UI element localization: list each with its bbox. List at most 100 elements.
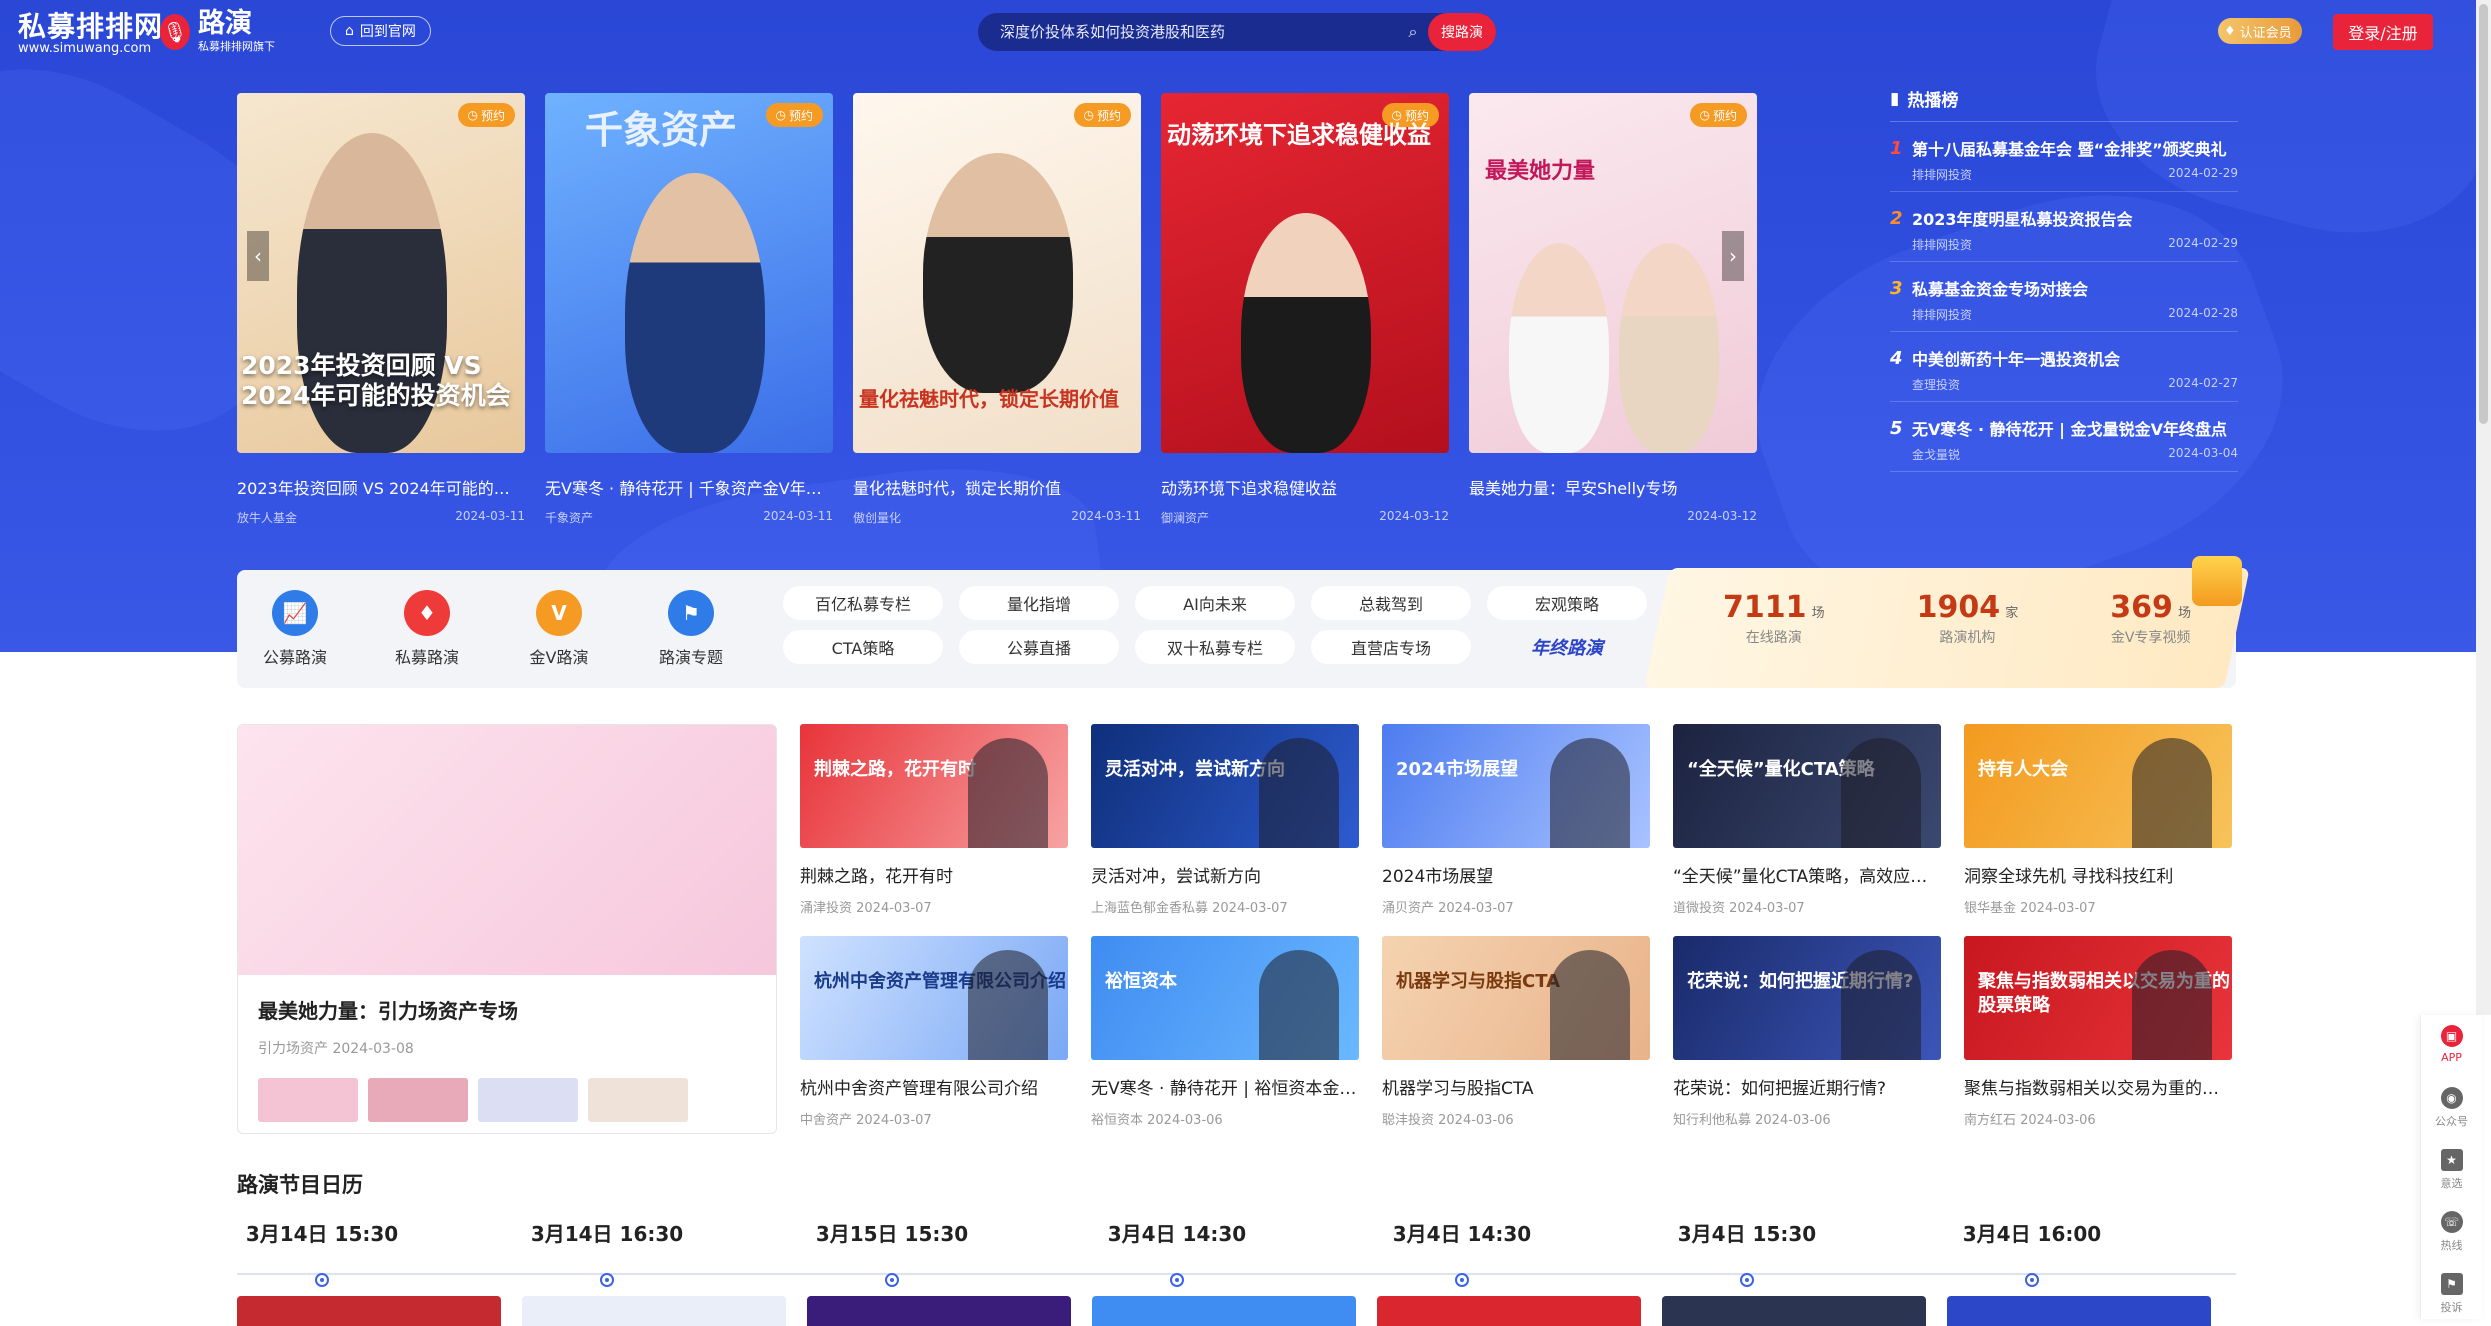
roadshow-item[interactable]: 杭州中舍资产管理有限公司介绍 杭州中舍资产管理有限公司介绍 中舍资产 2024-03… [800, 936, 1068, 1128]
roadshow-item[interactable]: 花荣说：如何把握近期行情? 花荣说：如何把握近期行情? 知行利他私募 2024-03… [1673, 936, 1941, 1128]
roadshow-meta: 涌贝资产 2024-03-07 [1382, 901, 1514, 916]
carousel-card[interactable]: ◷ 预约 量化祛魅时代，锁定长期价值 量化祛魅时代，锁定长期价值 傲创量化 2024… [853, 93, 1141, 526]
carousel-card[interactable]: ◷ 预约 动荡环境下追求稳健收益 动荡环境下追求稳健收益 御澜资产 2024-03-… [1161, 93, 1449, 526]
scrollbar-thumb[interactable] [2479, 4, 2488, 424]
roadshow-title[interactable]: 荆棘之路，花开有时 [800, 862, 1068, 887]
calendar-card[interactable] [237, 1296, 501, 1326]
carousel-card[interactable]: ◷ 预约 2023年投资回顾 VS 2024年可能的投资机会 2023年投资回顾 … [237, 93, 525, 526]
tag-item[interactable]: 双十私募专栏 [1135, 630, 1295, 664]
roadshow-title[interactable]: 2024市场展望 [1382, 862, 1650, 887]
nav-gold-v-roadshow[interactable]: V 金V路演 [523, 590, 595, 668]
card-title[interactable]: 无V寒冬 · 静待花开 | 千象资产金V年终盘点 [545, 475, 833, 499]
calendar-card[interactable] [522, 1296, 786, 1326]
hot-item-title[interactable]: 2023年度明星私募投资报告会 [1912, 206, 2232, 230]
hot-item-title[interactable]: 中美创新药十年一遇投资机会 [1912, 346, 2232, 370]
sidebar-app[interactable]: ▣ APP [2421, 1015, 2482, 1077]
vip-badge[interactable]: ♦ 认证会员 [2218, 18, 2302, 44]
timeline-dot [1455, 1273, 1469, 1287]
thumbnail[interactable] [588, 1078, 688, 1122]
hot-item[interactable]: 3 私募基金资金专场对接会 排排网投资 2024-02-28 [1890, 262, 2238, 332]
tag-year-end-roadshow[interactable]: 年终路演 [1487, 630, 1647, 664]
hot-item-title[interactable]: 私募基金资金专场对接会 [1912, 276, 2232, 300]
tag-item[interactable]: 直营店专场 [1311, 630, 1471, 664]
tag-item[interactable]: 宏观策略 [1487, 586, 1647, 620]
hot-item[interactable]: 4 中美创新药十年一遇投资机会 查理投资 2024-02-27 [1890, 332, 2238, 402]
calendar-card[interactable] [1092, 1296, 1356, 1326]
sidebar-favorites[interactable]: ★ 意选 [2421, 1139, 2482, 1201]
calendar-card[interactable] [1662, 1296, 1926, 1326]
roadshow-logo[interactable]: 🎙 路演 私募排排网旗下 [160, 10, 275, 53]
hot-item[interactable]: 1 第十八届私募基金年会 暨“金排奖”颁奖典礼 排排网投资 2024-02-29 [1890, 122, 2238, 192]
carousel-card[interactable]: ◷ 预约 最美她力量 最美她力量：早安Shelly专场 2024-03-12 [1469, 93, 1757, 523]
search-button[interactable]: 搜路演 [1428, 13, 1496, 51]
reserve-badge[interactable]: ◷ 预约 [1689, 103, 1747, 127]
simuwang-logo[interactable]: 私募排排网 www.simuwang.com [18, 12, 163, 56]
timeline-item[interactable]: 3月4日 16:00 [1912, 1218, 2152, 1287]
timeline-item[interactable]: 3月14日 15:30 [202, 1218, 442, 1287]
thumbnail[interactable] [258, 1078, 358, 1122]
reserve-badge[interactable]: ◷ 预约 [457, 103, 515, 127]
thumbnail[interactable] [478, 1078, 578, 1122]
thumbnail[interactable] [368, 1078, 468, 1122]
card-title[interactable]: 最美她力量：早安Shelly专场 [1469, 475, 1757, 499]
roadshow-title[interactable]: 聚焦与指数弱相关以交易为重的股票策略 [1964, 1074, 2232, 1099]
roadshow-title[interactable]: 机器学习与股指CTA [1382, 1074, 1650, 1099]
hot-item[interactable]: 2 2023年度明星私募投资报告会 排排网投资 2024-02-29 [1890, 192, 2238, 262]
featured-roadshow[interactable]: 最美她力量：引力场资产专场 引力场资产 2024-03-08 [237, 724, 777, 1134]
roadshow-item[interactable]: 机器学习与股指CTA 机器学习与股指CTA 聪沣投资 2024-03-06 [1382, 936, 1650, 1128]
tag-item[interactable]: CTA策略 [783, 630, 943, 664]
nav-topics[interactable]: ⚑ 路演专题 [655, 590, 727, 668]
roadshow-title[interactable]: 无V寒冬 · 静待花开 | 裕恒资本金V年终盘点 [1091, 1074, 1359, 1099]
carousel-next-button[interactable]: › [1722, 231, 1744, 281]
roadshow-title[interactable]: “全天候”量化CTA策略，高效应对市场 [1673, 862, 1941, 887]
roadshow-title[interactable]: 洞察全球先机 寻找科技红利 [1964, 862, 2232, 887]
carousel-poster: ◷ 预约 千象资产 [545, 93, 833, 453]
tag-item[interactable]: 量化指增 [959, 586, 1119, 620]
carousel-card[interactable]: ◷ 预约 千象资产 无V寒冬 · 静待花开 | 千象资产金V年终盘点 千象资产 20… [545, 93, 833, 526]
sidebar-complaint[interactable]: ⚑ 投诉 [2421, 1263, 2482, 1325]
hot-item-title[interactable]: 第十八届私募基金年会 暨“金排奖”颁奖典礼 [1912, 136, 2232, 160]
search-icon[interactable]: ⌕ [1398, 22, 1428, 42]
reserve-badge[interactable]: ◷ 预约 [1073, 103, 1131, 127]
hot-item[interactable]: 5 无V寒冬 · 静待花开 | 金戈量锐金V年终盘点 金戈量锐 2024-03-04 [1890, 402, 2238, 472]
roadshow-title[interactable]: 花荣说：如何把握近期行情? [1673, 1074, 1941, 1099]
login-button[interactable]: 登录/注册 [2333, 14, 2433, 50]
roadshow-item[interactable]: 聚焦与指数弱相关以交易为重的股票策略聚焦与指数弱相关以交易为重的股票策略南方红石… [1964, 936, 2232, 1128]
card-title[interactable]: 动荡环境下追求稳健收益 [1161, 475, 1449, 499]
calendar-card[interactable] [1377, 1296, 1641, 1326]
card-title[interactable]: 量化祛魅时代，锁定长期价值 [853, 475, 1141, 499]
card-title[interactable]: 2023年投资回顾 VS 2024年可能的投资机会 [237, 475, 525, 499]
tag-item[interactable]: AI向未来 [1135, 586, 1295, 620]
roadshow-item[interactable]: 持有人大会 洞察全球先机 寻找科技红利 银华基金 2024-03-07 [1964, 724, 2232, 916]
carousel-prev-button[interactable]: ‹ [247, 231, 269, 281]
roadshow-item[interactable]: 裕恒资本无V寒冬 · 静待花开 | 裕恒资本金V年终盘点裕恒资本 2024-03… [1091, 936, 1359, 1128]
tag-item[interactable]: 总裁驾到 [1311, 586, 1471, 620]
sidebar-wechat[interactable]: ◉ 公众号 [2421, 1077, 2482, 1139]
back-to-site-button[interactable]: ⌂ 回到官网 [330, 16, 431, 46]
roadshow-item[interactable]: 灵活对冲，尝试新方向 灵活对冲，尝试新方向 上海蓝色郁金香私募 2024-03-07 [1091, 724, 1359, 916]
calendar-card[interactable] [1947, 1296, 2211, 1326]
gift-box-icon[interactable] [2192, 556, 2242, 606]
hot-item-title[interactable]: 无V寒冬 · 静待花开 | 金戈量锐金V年终盘点 [1912, 416, 2232, 440]
calendar-card[interactable] [807, 1296, 1071, 1326]
search-input[interactable] [978, 13, 1398, 51]
roadshow-thumbnail: 2024市场展望 [1382, 724, 1650, 848]
timeline-item[interactable]: 3月4日 14:30 [1057, 1218, 1297, 1287]
roadshow-title[interactable]: 灵活对冲，尝试新方向 [1091, 862, 1359, 887]
tag-item[interactable]: 公募直播 [959, 630, 1119, 664]
roadshow-item[interactable]: “全天候”量化CTA策略 “全天候”量化CTA策略，高效应对市场 道微投资 2024… [1673, 724, 1941, 916]
timeline-item[interactable]: 3月4日 14:30 [1342, 1218, 1582, 1287]
nav-private-roadshow[interactable]: ♦ 私募路演 [391, 590, 463, 668]
page-scrollbar[interactable] [2476, 0, 2491, 1015]
roadshow-title[interactable]: 杭州中舍资产管理有限公司介绍 [800, 1074, 1068, 1099]
roadshow-item[interactable]: 2024市场展望 2024市场展望涌贝资产 2024-03-07 [1382, 724, 1650, 916]
reserve-badge[interactable]: ◷ 预约 [765, 103, 823, 127]
timeline-item[interactable]: 3月15日 15:30 [772, 1218, 1012, 1287]
timeline-item[interactable]: 3月4日 15:30 [1627, 1218, 1867, 1287]
sidebar-hotline[interactable]: ☏ 热线 [2421, 1201, 2482, 1263]
featured-title[interactable]: 最美她力量：引力场资产专场 [258, 995, 756, 1024]
roadshow-item[interactable]: 荆棘之路，花开有时 荆棘之路，花开有时 涌津投资 2024-03-07 [800, 724, 1068, 916]
timeline-item[interactable]: 3月14日 16:30 [487, 1218, 727, 1287]
nav-public-roadshow[interactable]: 📈 公募路演 [259, 590, 331, 668]
tag-item[interactable]: 百亿私募专栏 [783, 586, 943, 620]
